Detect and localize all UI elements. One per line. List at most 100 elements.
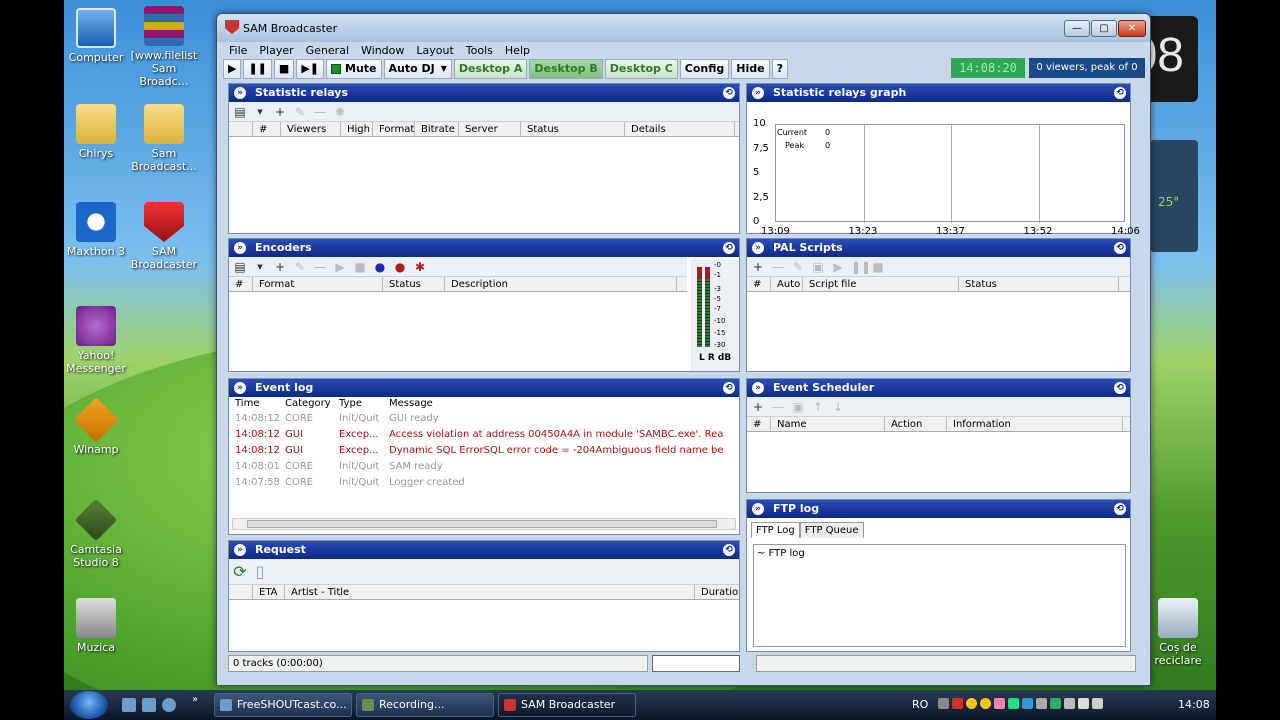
- table-row[interactable]: 14:08:12 GUI Excep... Dynamic SQL ErrorSQL …: [229, 443, 739, 459]
- window-menu-icon[interactable]: ▤: [233, 105, 247, 119]
- tray-icon[interactable]: [1092, 698, 1103, 709]
- task-freeshoutcast[interactable]: FreeSHOUTcast.co...: [214, 693, 352, 717]
- refresh-icon[interactable]: ⟳: [233, 563, 247, 579]
- panel-close-icon[interactable]: ⟲: [723, 87, 735, 99]
- arrow-up-icon[interactable]: ↑: [811, 400, 825, 414]
- ftp-log-text[interactable]: ~ FTP log: [753, 544, 1126, 647]
- remove-icon[interactable]: —: [313, 105, 327, 119]
- stop-button[interactable]: ■: [273, 59, 295, 79]
- window-titlebar[interactable]: SAM Broadcaster — ▢ ✕: [217, 14, 1150, 42]
- panel-chevron-icon[interactable]: »: [234, 242, 246, 254]
- remove-icon[interactable]: —: [771, 260, 785, 274]
- desktop-icon-rar[interactable]: [www.filelist Sam Broadc…: [128, 6, 200, 88]
- task-recording[interactable]: Recording...: [356, 693, 494, 717]
- desktop-icon-winamp[interactable]: Winamp: [64, 397, 132, 456]
- panel-close-icon[interactable]: ⟲: [1114, 87, 1126, 99]
- switch-windows-icon[interactable]: [142, 698, 156, 712]
- record-blue-icon[interactable]: ●: [373, 260, 387, 274]
- show-desktop-icon[interactable]: [122, 698, 136, 712]
- panel-close-icon[interactable]: ⟲: [1114, 382, 1126, 394]
- stop-icon[interactable]: ■: [871, 260, 885, 274]
- desktop-icon-sam-folder[interactable]: Sam Broadcast...: [128, 104, 200, 173]
- desktop-icon-chirys[interactable]: Chirys: [64, 104, 132, 160]
- edit-icon[interactable]: ✎: [791, 260, 805, 274]
- desktop-icon-maxthon[interactable]: Maxthon 3: [64, 202, 132, 258]
- play-button[interactable]: ▶: [223, 59, 242, 79]
- start-icon[interactable]: ▶: [333, 260, 347, 274]
- edit-icon[interactable]: ✎: [293, 105, 307, 119]
- chevron-down-icon[interactable]: ▼: [253, 260, 267, 274]
- desktop-icon-camtasia[interactable]: Camtasia Studio 8: [64, 498, 132, 569]
- tray-icon[interactable]: [1008, 698, 1019, 709]
- language-indicator[interactable]: RO: [912, 690, 928, 720]
- properties-icon[interactable]: ▣: [791, 400, 805, 414]
- tray-icon[interactable]: [938, 698, 949, 709]
- tray-icon[interactable]: [966, 698, 977, 709]
- start-icon[interactable]: ▶: [831, 260, 845, 274]
- tray-icon[interactable]: [980, 698, 991, 709]
- record-red-icon[interactable]: ●: [393, 260, 407, 274]
- autodj-button[interactable]: Auto DJ ▼: [383, 59, 452, 79]
- desktop-a-button[interactable]: Desktop A: [453, 59, 528, 79]
- help-button[interactable]: ?: [771, 59, 788, 79]
- panel-chevron-icon[interactable]: »: [234, 382, 246, 394]
- close-button[interactable]: ✕: [1118, 20, 1146, 37]
- tray-icon[interactable]: [1050, 698, 1061, 709]
- document-icon[interactable]: ▯: [253, 563, 267, 579]
- table-row[interactable]: 14:07:58 CORE Init/Quit Logger created: [229, 475, 739, 491]
- chevron-down-icon[interactable]: ▼: [253, 105, 267, 119]
- tray-icon[interactable]: [994, 698, 1005, 709]
- desktop-icon-sam-broadcaster[interactable]: SAM Broadcaster: [128, 202, 200, 271]
- taskbar-clock[interactable]: 14:08: [1178, 690, 1210, 720]
- panel-close-icon[interactable]: ⟲: [723, 242, 735, 254]
- tray-icon[interactable]: [952, 698, 963, 709]
- quicklaunch-more-icon[interactable]: »: [192, 694, 198, 705]
- tab-ftp-queue[interactable]: FTP Queue: [799, 522, 864, 538]
- config-button[interactable]: Config: [679, 59, 730, 79]
- panel-close-icon[interactable]: ⟲: [1114, 242, 1126, 254]
- tray-icon[interactable]: [1036, 698, 1047, 709]
- add-icon[interactable]: +: [273, 105, 287, 119]
- pause-icon[interactable]: ❚❚: [851, 260, 871, 274]
- desktop-c-button[interactable]: Desktop C: [604, 59, 678, 79]
- arrow-down-icon[interactable]: ↓: [831, 400, 845, 414]
- panel-chevron-icon[interactable]: »: [752, 242, 764, 254]
- internet-explorer-icon[interactable]: [162, 698, 176, 712]
- tray-icon[interactable]: [1078, 698, 1089, 709]
- panel-chevron-icon[interactable]: »: [752, 87, 764, 99]
- add-icon[interactable]: +: [273, 260, 287, 274]
- desktop-icon-muzica[interactable]: Muzica: [64, 598, 132, 654]
- tray-icon[interactable]: [1064, 698, 1075, 709]
- table-row[interactable]: 14:08:01 CORE Init/Quit SAM ready: [229, 459, 739, 475]
- minimize-button[interactable]: —: [1064, 20, 1090, 37]
- start-button[interactable]: [70, 691, 108, 719]
- panel-close-icon[interactable]: ⟲: [723, 382, 735, 394]
- desktop-icon-recycle-bin[interactable]: Coș de reciclare: [1142, 598, 1214, 667]
- mute-button[interactable]: Mute: [326, 59, 382, 79]
- panel-chevron-icon[interactable]: »: [234, 87, 246, 99]
- next-button[interactable]: ▶❚: [296, 59, 324, 79]
- add-icon[interactable]: +: [751, 260, 765, 274]
- window-menu-icon[interactable]: ▤: [233, 260, 247, 274]
- panel-close-icon[interactable]: ⟲: [723, 544, 735, 556]
- encoder-settings-icon[interactable]: ✱: [413, 260, 427, 274]
- maximize-button[interactable]: ▢: [1091, 20, 1117, 37]
- desktop-b-button[interactable]: Desktop B: [529, 59, 603, 79]
- desktop-icon-computer[interactable]: Computer: [64, 8, 132, 64]
- tray-icon[interactable]: [1022, 698, 1033, 709]
- panel-close-icon[interactable]: ⟲: [1114, 503, 1126, 515]
- horizontal-scrollbar[interactable]: [232, 518, 736, 530]
- stop-icon[interactable]: ■: [353, 260, 367, 274]
- remove-icon[interactable]: —: [313, 260, 327, 274]
- pause-button[interactable]: ❚❚: [243, 59, 272, 79]
- refresh-icon[interactable]: ✺: [333, 105, 347, 119]
- panel-chevron-icon[interactable]: »: [234, 544, 246, 556]
- table-row[interactable]: 14:08:12 GUI Excep... Access violation at a…: [229, 427, 739, 443]
- remove-icon[interactable]: —: [771, 400, 785, 414]
- hide-button[interactable]: Hide: [731, 59, 770, 79]
- panel-chevron-icon[interactable]: »: [752, 503, 764, 515]
- table-row[interactable]: 14:08:12 CORE Init/Quit GUI ready: [229, 411, 739, 427]
- properties-icon[interactable]: ▣: [811, 260, 825, 274]
- task-sam-broadcaster[interactable]: SAM Broadcaster: [498, 693, 636, 717]
- edit-icon[interactable]: ✎: [293, 260, 307, 274]
